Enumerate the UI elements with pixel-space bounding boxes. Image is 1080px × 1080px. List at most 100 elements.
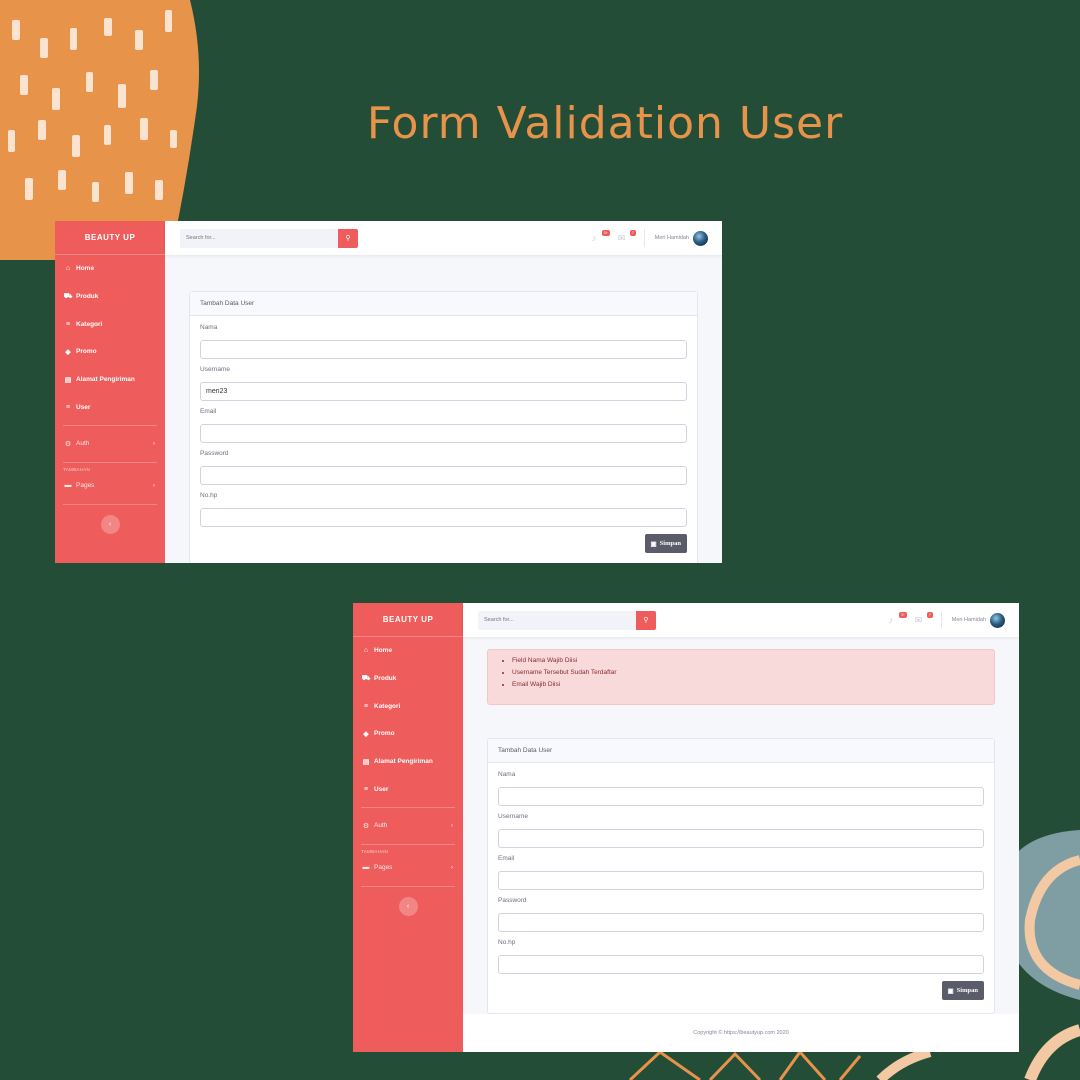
password-input[interactable] xyxy=(200,466,687,485)
nohp-field-group: No.hp xyxy=(200,492,687,527)
sidebar-item-auth[interactable]: ⚙ Auth › xyxy=(55,430,165,458)
alerts-bell[interactable]: ♪ 3+ xyxy=(888,612,907,626)
cart-icon: ⛟ xyxy=(361,675,371,683)
messages-envelope[interactable]: ✉ 7 xyxy=(618,230,636,244)
username-input[interactable] xyxy=(498,829,984,848)
sidebar-item-home[interactable]: ⌂ Home xyxy=(353,637,463,665)
validation-error-alert: Field Nama Wajib Diisi Username Tersebut… xyxy=(487,649,995,705)
address-card-icon: ▤ xyxy=(64,376,72,384)
sidebar-item-kategori[interactable]: ≡ Kategori xyxy=(353,692,463,720)
home-icon: ⌂ xyxy=(65,265,71,273)
email-field-group: Email xyxy=(498,855,984,890)
password-label: Password xyxy=(200,450,229,457)
save-button-label: Simpan xyxy=(659,540,681,547)
sidebar-toggle-button[interactable]: ‹ xyxy=(100,514,120,534)
bell-icon: ♪ xyxy=(888,615,894,625)
screenshot-form-validation-errors: BEAUTY UP ⌂ Home ⛟ Produk ≡ Kategori ◆ Promo… xyxy=(353,603,1019,1052)
sidebar-item-promo[interactable]: ◆ Promo xyxy=(353,720,463,748)
user-name[interactable]: Meri Hamidah xyxy=(655,235,689,241)
save-button[interactable]: ▣ Simpan xyxy=(941,981,984,1000)
sidebar-item-kategori[interactable]: ≡ Kategori xyxy=(55,310,165,338)
sidebar-item-promo[interactable]: ◆ Promo xyxy=(55,338,165,366)
sidebar-item-label: Kategori xyxy=(374,702,401,710)
main-content: Field Nama Wajib Diisi Username Tersebut… xyxy=(463,637,1019,1052)
email-label: Email xyxy=(498,855,515,862)
email-field-group: Email xyxy=(200,408,687,443)
sidebar-toggle-button[interactable]: ‹ xyxy=(398,896,418,916)
email-input[interactable] xyxy=(498,871,984,890)
submit-row: ▣ Simpan xyxy=(200,534,687,553)
username-field-group: Username xyxy=(498,813,984,848)
search-button[interactable]: ⚲ xyxy=(636,610,656,630)
nama-input[interactable] xyxy=(498,787,984,806)
user-form-card: Tambah Data User Nama Username Email Pas… xyxy=(487,738,995,1014)
sidebar-item-label: Home xyxy=(374,647,393,655)
sidebar-item-label: Home xyxy=(76,265,95,273)
sidebar-item-label: User xyxy=(76,403,91,411)
user-form-card: Tambah Data User Nama Username Email Pas… xyxy=(189,291,698,563)
card-body: Nama Username Email Password No.hp xyxy=(488,763,994,1008)
search-button[interactable]: ⚲ xyxy=(338,228,358,248)
nama-label: Nama xyxy=(498,771,516,778)
sidebar-item-auth[interactable]: ⚙ Auth › xyxy=(353,812,463,840)
submit-row: ▣ Simpan xyxy=(498,981,984,1000)
nama-field-group: Nama xyxy=(498,771,984,806)
nohp-input[interactable] xyxy=(200,508,687,527)
search-bar: ⚲ xyxy=(478,610,656,630)
nohp-input[interactable] xyxy=(498,955,984,974)
sidebar-item-pages[interactable]: ▬ Pages › xyxy=(55,472,165,500)
brand-logo[interactable]: BEAUTY UP xyxy=(353,603,463,637)
sidebar-divider xyxy=(63,425,157,427)
bell-icon: ♪ xyxy=(591,233,597,243)
alerts-badge: 3+ xyxy=(898,612,907,618)
chevron-left-icon: ‹ xyxy=(406,902,410,910)
nohp-label: No.hp xyxy=(498,939,516,946)
alerts-bell[interactable]: ♪ 3+ xyxy=(591,230,610,244)
search-icon: ⚲ xyxy=(345,235,351,242)
gear-icon: ⚙ xyxy=(64,440,72,448)
alerts-badge: 3+ xyxy=(601,230,610,236)
sidebar-item-alamat-pengiriman[interactable]: ▤ Alamat Pengiriman xyxy=(353,748,463,776)
user-name[interactable]: Meri Hamidah xyxy=(952,617,986,623)
orange-sun-rays xyxy=(628,1049,862,1080)
search-input[interactable] xyxy=(180,228,338,248)
sidebar-item-alamat-pengiriman[interactable]: ▤ Alamat Pengiriman xyxy=(55,366,165,394)
avatar[interactable] xyxy=(693,230,708,246)
chevron-right-icon: › xyxy=(152,440,155,448)
sidebar-item-produk[interactable]: ⛟ Produk xyxy=(353,665,463,693)
card-title: Tambah Data User xyxy=(190,292,697,316)
search-input[interactable] xyxy=(478,610,636,630)
folder-icon: ▬ xyxy=(362,864,370,872)
nama-input[interactable] xyxy=(200,340,687,359)
messages-envelope[interactable]: ✉ 7 xyxy=(915,612,933,626)
save-icon: ▣ xyxy=(650,540,657,548)
save-icon: ▣ xyxy=(947,987,954,995)
sidebar: BEAUTY UP ⌂ Home ⛟ Produk ≡ Kategori ◆ Promo… xyxy=(353,603,463,1052)
chevron-right-icon: › xyxy=(450,864,453,872)
sidebar-item-label: Auth xyxy=(374,822,388,830)
save-button[interactable]: ▣ Simpan xyxy=(644,534,687,553)
cart-icon: ⛟ xyxy=(63,293,73,301)
password-field-group: Password xyxy=(200,450,687,485)
brand-logo[interactable]: BEAUTY UP xyxy=(55,221,165,255)
email-input[interactable] xyxy=(200,424,687,443)
search-icon: ⚲ xyxy=(643,617,649,624)
chevron-left-icon: ‹ xyxy=(108,520,112,528)
error-message: Email Wajib Diisi xyxy=(512,679,994,691)
sidebar-item-home[interactable]: ⌂ Home xyxy=(55,255,165,283)
sidebar-divider xyxy=(361,843,455,845)
sidebar-item-label: Produk xyxy=(76,293,99,301)
list-icon: ≡ xyxy=(65,403,71,411)
sidebar-item-pages[interactable]: ▬ Pages › xyxy=(353,854,463,882)
username-input[interactable] xyxy=(200,382,687,401)
avatar[interactable] xyxy=(990,612,1005,628)
username-label: Username xyxy=(200,366,230,373)
sidebar-item-user[interactable]: ≡ User xyxy=(55,393,165,421)
sidebar-item-produk[interactable]: ⛟ Produk xyxy=(55,283,165,311)
username-label: Username xyxy=(498,813,528,820)
nohp-field-group: No.hp xyxy=(498,939,984,974)
sidebar: BEAUTY UP ⌂ Home ⛟ Produk ≡ Kategori ◆ Promo… xyxy=(55,221,165,563)
password-input[interactable] xyxy=(498,913,984,932)
sidebar-item-user[interactable]: ≡ User xyxy=(353,775,463,803)
messages-badge: 7 xyxy=(926,612,933,618)
